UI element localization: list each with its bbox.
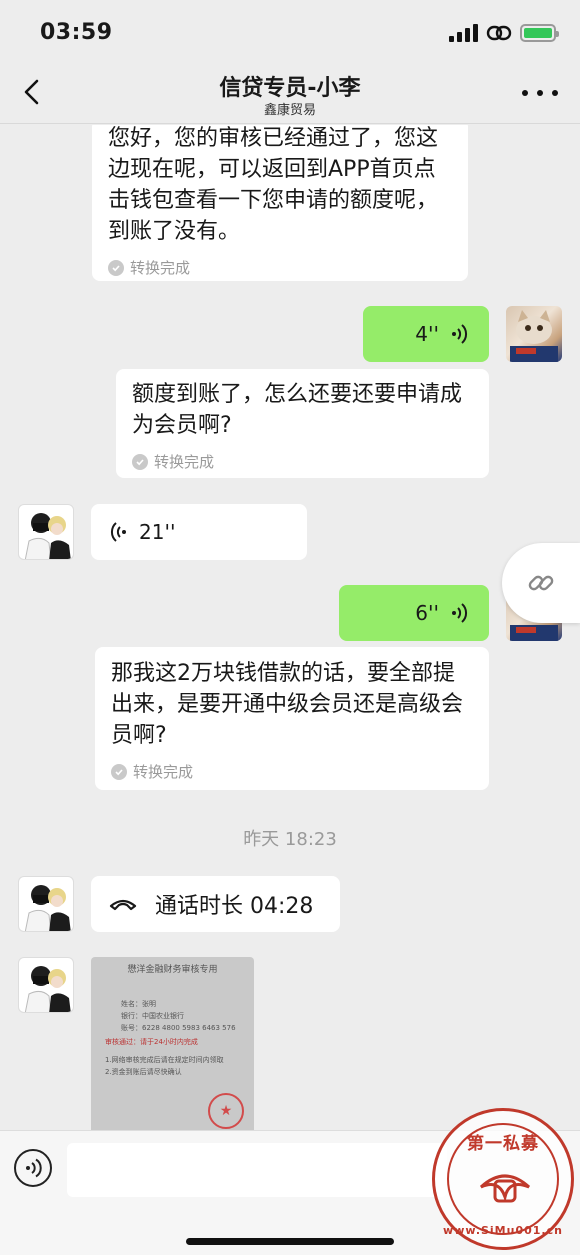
call-record-bubble[interactable]: 通话时长 04:28 <box>91 876 340 932</box>
document-name-line: 姓名：张明 <box>121 1000 156 1008</box>
check-circle-icon <box>111 763 127 780</box>
chat-subtitle: 鑫康贸易 <box>263 103 316 118</box>
message-text: 额度到账了，怎么还要还要申请成为会员啊? <box>132 382 463 438</box>
document-account-line: 账号：6228 4800 5983 6463 576 <box>121 1024 236 1032</box>
my-avatar[interactable] <box>506 306 562 362</box>
check-circle-icon <box>132 453 148 470</box>
voice-duration: 21'' <box>139 520 176 544</box>
watermark-top-text: 第一私募 <box>467 1134 539 1154</box>
status-time: 03:59 <box>40 20 113 45</box>
document-red-line: 审核通过：请于24小时内完成 <box>105 1038 198 1046</box>
chat-area[interactable]: 您好，您的审核已经通过了，您这边现在呢，可以返回到APP首页点击钱包查看一下您申… <box>0 125 580 1130</box>
status-bar: 03:59 <box>0 0 580 64</box>
link-icon <box>528 575 554 591</box>
contact-avatar[interactable] <box>18 957 74 1013</box>
call-duration: 通话时长 04:28 <box>155 894 314 919</box>
watermark-stamp: 第一私募 www.SiMu001.cn <box>432 1108 574 1250</box>
conversion-status-label: 转换完成 <box>130 259 191 277</box>
conversion-status-label: 转换完成 <box>133 763 194 781</box>
voice-wave-icon <box>26 1158 42 1178</box>
document-note-line: 2.资金到账后请尽快确认 <box>105 1068 182 1076</box>
floating-link-button[interactable] <box>502 543 580 623</box>
more-icon[interactable] <box>522 78 558 108</box>
voice-message-sent[interactable]: 4'' <box>363 306 489 362</box>
transcription-bubble[interactable]: 您好，您的审核已经通过了，您这边现在呢，可以返回到APP首页点击钱包查看一下您申… <box>92 125 468 281</box>
voice-wave-icon <box>110 522 126 542</box>
voice-duration: 6'' <box>415 601 439 625</box>
voice-wave-icon <box>452 603 468 623</box>
voice-message-received[interactable]: 21'' <box>91 504 307 560</box>
document-note-line: 1.网络审核完成后请在规定时间内领取 <box>105 1056 224 1064</box>
battery-icon <box>520 24 559 42</box>
voice-message-sent[interactable]: 6'' <box>339 585 489 641</box>
voice-wave-icon <box>452 324 468 344</box>
document-image-message[interactable]: 懋洋金融财务审核专用 姓名：张明 银行：中国农业银行 账号：6228 4800 … <box>91 957 254 1130</box>
message-timestamp: 昨天 18:23 <box>243 829 337 850</box>
contact-avatar[interactable] <box>18 876 74 932</box>
message-input[interactable] <box>67 1143 447 1197</box>
document-title: 懋洋金融财务审核专用 <box>127 965 218 975</box>
message-text: 那我这2万块钱借款的话，要全部提出来，是要开通中级会员还是高级会员啊? <box>111 661 464 748</box>
phone-icon <box>109 899 137 911</box>
message-text: 您好，您的审核已经通过了，您这边现在呢，可以返回到APP首页点击钱包查看一下您申… <box>108 126 439 244</box>
voice-input-toggle[interactable] <box>14 1149 52 1187</box>
check-circle-icon <box>108 259 124 276</box>
voice-duration: 4'' <box>415 322 439 346</box>
transcription-bubble[interactable]: 那我这2万块钱借款的话，要全部提出来，是要开通中级会员还是高级会员啊? 转换完成 <box>95 647 489 790</box>
transcription-bubble[interactable]: 额度到账了，怎么还要还要申请成为会员啊? 转换完成 <box>116 369 489 478</box>
watermark-bottom-text: www.SiMu001.cn <box>443 1224 563 1237</box>
conversion-status-label: 转换完成 <box>154 453 215 471</box>
chat-title: 信贷专员-小李 <box>219 76 361 101</box>
conversion-status: 转换完成 <box>111 761 473 782</box>
document-bank-line: 银行：中国农业银行 <box>121 1012 184 1020</box>
status-icons <box>449 24 559 42</box>
home-indicator[interactable] <box>186 1238 394 1245</box>
signal-icon <box>449 24 478 42</box>
link-status-icon <box>486 25 512 41</box>
stamp-icon: ★ <box>208 1093 244 1129</box>
conversion-status: 转换完成 <box>108 257 452 278</box>
conversion-status: 转换完成 <box>132 451 473 472</box>
chat-header: 信贷专员-小李 鑫康贸易 <box>0 64 580 124</box>
contact-avatar[interactable] <box>18 504 74 560</box>
